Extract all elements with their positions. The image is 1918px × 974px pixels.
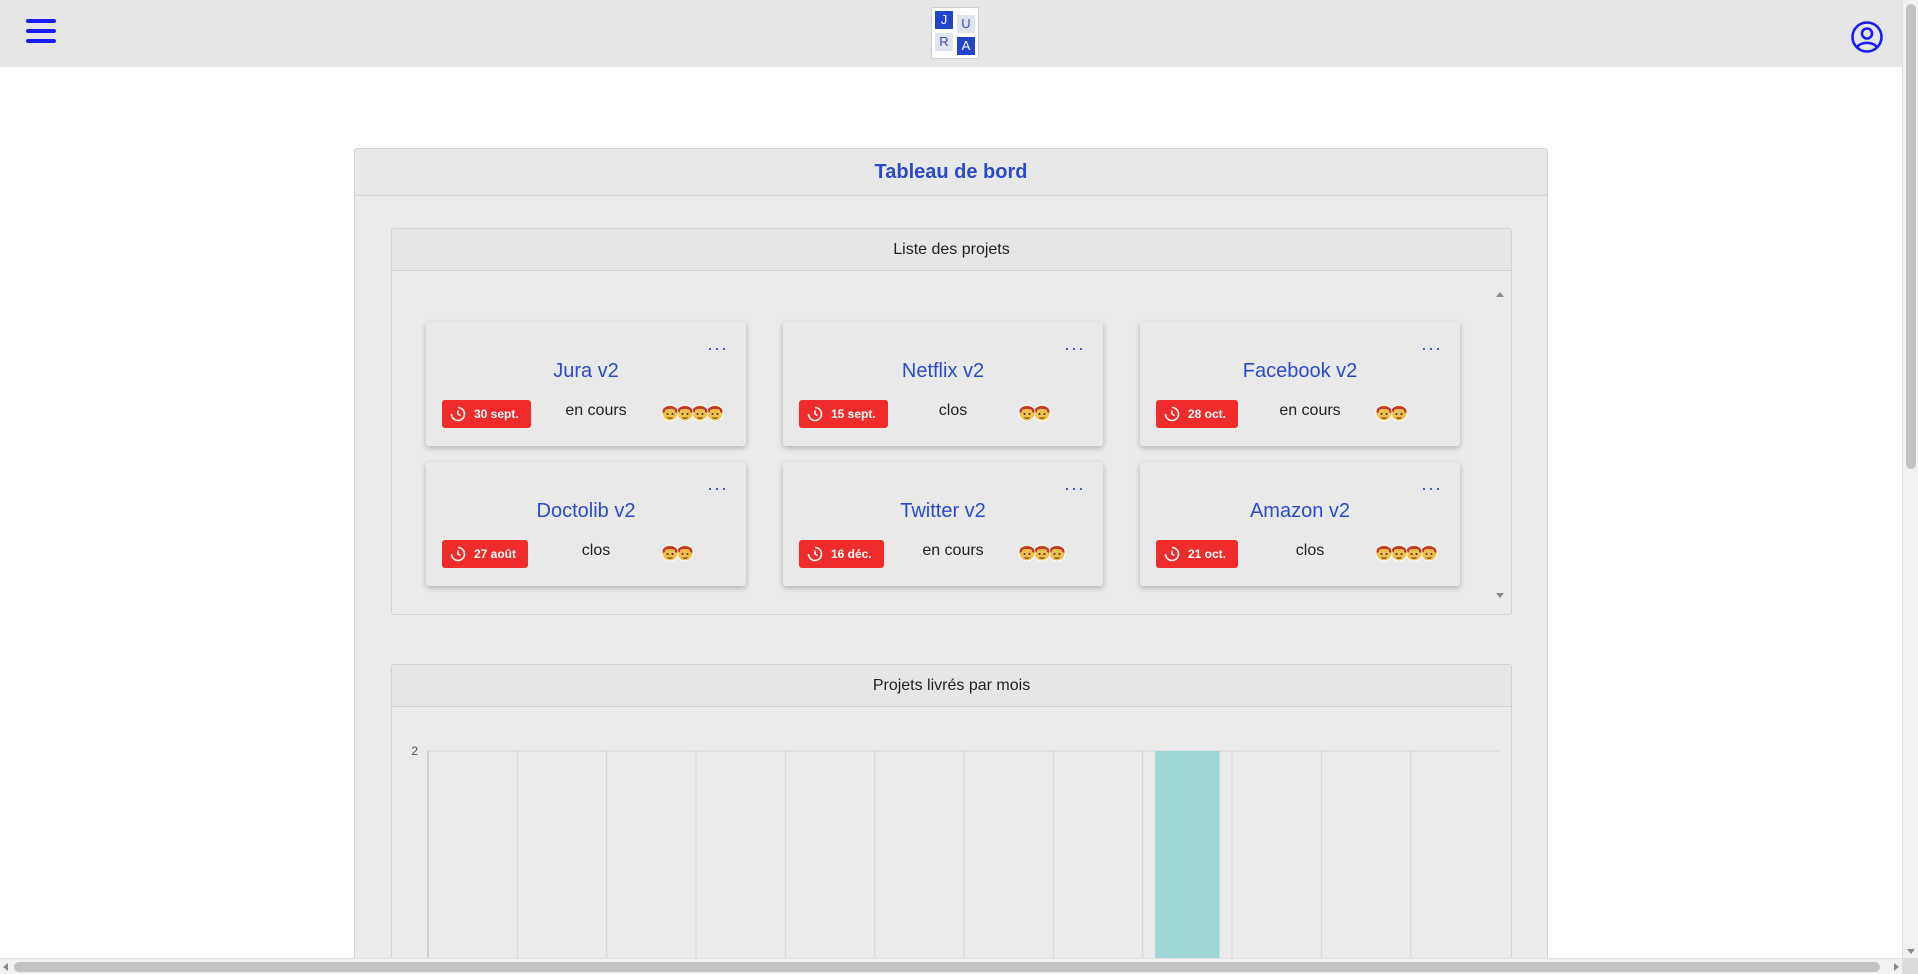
clock-icon	[807, 546, 823, 562]
hamburger-menu-icon[interactable]	[26, 19, 56, 46]
due-date-badge: 16 déc.	[799, 540, 884, 568]
clock-icon	[1164, 546, 1180, 562]
project-title[interactable]: Twitter v2	[783, 500, 1103, 523]
due-date-badge: 30 sept.	[442, 400, 531, 428]
top-navbar: J U R A	[0, 0, 1902, 67]
page-horizontal-scrollbar-thumb[interactable]	[14, 962, 1880, 972]
due-date-text: 28 oct.	[1188, 407, 1227, 421]
due-date-badge: 15 sept.	[799, 400, 888, 428]
logo-letter-u: U	[957, 15, 975, 33]
clock-icon	[1164, 406, 1180, 422]
clock-icon	[450, 406, 466, 422]
project-title[interactable]: Facebook v2	[1140, 360, 1460, 383]
user-circle-icon[interactable]	[1850, 20, 1884, 54]
project-status: en cours	[1279, 402, 1341, 419]
team-avatars	[1374, 542, 1438, 566]
scroll-left-arrow-icon[interactable]	[3, 963, 8, 971]
due-date-badge: 21 oct.	[1156, 540, 1239, 568]
scroll-up-arrow-icon[interactable]	[1496, 292, 1504, 297]
page-vertical-scrollbar[interactable]	[1902, 0, 1918, 958]
team-avatars	[1374, 402, 1408, 426]
card-options-icon[interactable]: ···	[1064, 478, 1085, 499]
due-date-badge: 27 août	[442, 540, 529, 568]
project-title[interactable]: Netflix v2	[783, 360, 1103, 383]
avatar-icon[interactable]	[1374, 542, 1394, 564]
scroll-down-arrow-icon[interactable]	[1496, 593, 1504, 598]
project-title[interactable]: Jura v2	[426, 360, 746, 383]
logo-letter-a: A	[957, 37, 975, 55]
due-date-text: 27 août	[474, 547, 517, 561]
due-date-text: 21 oct.	[1188, 547, 1227, 561]
project-status: clos	[1295, 542, 1325, 559]
scroll-right-arrow-icon[interactable]	[1894, 963, 1899, 971]
logo-letter-r: R	[935, 33, 953, 51]
avatar-icon[interactable]	[1017, 402, 1037, 424]
project-card[interactable]: ··· Jura v2 30 sept. en cours	[426, 322, 746, 446]
card-options-icon[interactable]: ···	[707, 338, 728, 359]
scroll-down-arrow-icon[interactable]	[1907, 949, 1915, 954]
project-title[interactable]: Amazon v2	[1140, 500, 1460, 523]
avatar-icon[interactable]	[660, 542, 680, 564]
avatar-icon[interactable]	[660, 402, 680, 424]
project-card[interactable]: ··· Netflix v2 15 sept. clos	[783, 322, 1103, 446]
project-card[interactable]: ··· Facebook v2 28 oct. en cours	[1140, 322, 1460, 446]
page-title: Tableau de bord	[355, 149, 1547, 196]
card-options-icon[interactable]: ···	[1421, 478, 1442, 499]
project-card[interactable]: ··· Amazon v2 21 oct. clos	[1140, 462, 1460, 586]
project-title[interactable]: Doctolib v2	[426, 500, 746, 523]
dashboard-panel: Tableau de bord Liste des projets ··· Jur…	[354, 148, 1548, 974]
scrollbar-corner	[1902, 958, 1918, 974]
projects-scroll-area[interactable]: ··· Jura v2 30 sept. en cours ··· Netflix v2 1…	[392, 272, 1511, 614]
chart-section: Projets livrés par mois 2	[391, 664, 1512, 974]
avatar-icon[interactable]	[1017, 542, 1037, 564]
avatar-icon[interactable]	[1374, 402, 1394, 424]
team-avatars	[1017, 542, 1066, 566]
project-card[interactable]: ··· Twitter v2 16 déc. en cours	[783, 462, 1103, 586]
project-status: en cours	[565, 402, 627, 419]
app-logo[interactable]: J U R A	[931, 7, 979, 59]
logo-letter-j: J	[935, 11, 953, 29]
page-horizontal-scrollbar[interactable]	[0, 958, 1902, 974]
projects-per-month-chart: 2	[411, 744, 1500, 974]
page-vertical-scrollbar-thumb[interactable]	[1906, 4, 1916, 469]
due-date-text: 16 déc.	[831, 547, 872, 561]
team-avatars	[660, 542, 694, 566]
team-avatars	[660, 402, 724, 426]
project-status: clos	[581, 542, 611, 559]
card-options-icon[interactable]: ···	[707, 478, 728, 499]
project-status: en cours	[922, 542, 984, 559]
clock-icon	[450, 546, 466, 562]
chart-bar	[1155, 751, 1220, 974]
due-date-badge: 28 oct.	[1156, 400, 1239, 428]
project-status: clos	[938, 402, 968, 419]
chart-y-tick-label: 2	[411, 744, 418, 758]
projects-section-title: Liste des projets	[392, 229, 1511, 271]
project-card[interactable]: ··· Doctolib v2 27 août clos	[426, 462, 746, 586]
due-date-text: 30 sept.	[474, 407, 519, 421]
due-date-text: 15 sept.	[831, 407, 876, 421]
card-options-icon[interactable]: ···	[1064, 338, 1085, 359]
team-avatars	[1017, 402, 1051, 426]
projects-scrollbar[interactable]	[1495, 288, 1505, 602]
card-options-icon[interactable]: ···	[1421, 338, 1442, 359]
projects-section: Liste des projets ··· Jura v2 30 sept. en c…	[391, 228, 1512, 615]
chart-section-title: Projets livrés par mois	[392, 665, 1511, 707]
clock-icon	[807, 406, 823, 422]
